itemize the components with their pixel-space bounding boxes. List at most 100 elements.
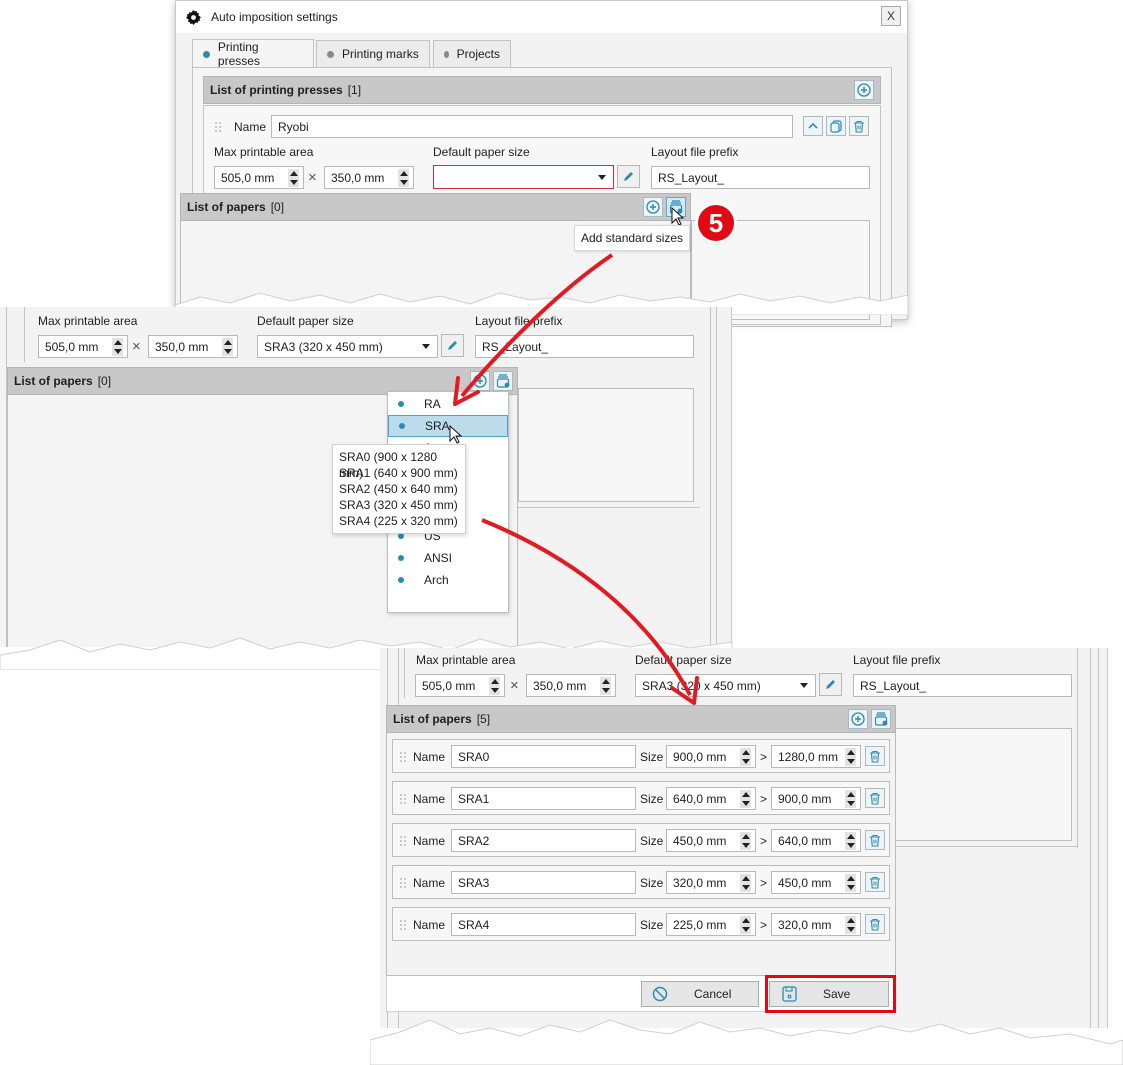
delete-paper-button[interactable] — [865, 746, 885, 766]
width-spinner[interactable] — [740, 748, 751, 766]
height-spinner[interactable] — [600, 677, 611, 695]
drag-handle-icon[interactable] — [399, 751, 407, 763]
paper-height-input[interactable]: 640,0 mm — [771, 829, 861, 852]
paper-width-input[interactable]: 320,0 mm — [666, 871, 756, 894]
paper-name-input[interactable]: SRA3 — [451, 871, 636, 894]
add-press-button[interactable] — [854, 80, 874, 100]
width-spinner[interactable] — [740, 790, 751, 808]
add-paper-button[interactable] — [470, 371, 490, 391]
save-highlight-box — [765, 975, 896, 1013]
paper-name-label: Name — [413, 876, 446, 890]
height-spinner[interactable] — [845, 832, 856, 850]
height-spinner[interactable] — [222, 338, 233, 356]
collapse-button[interactable] — [803, 116, 823, 136]
menu-item-arch[interactable]: Arch — [388, 569, 508, 591]
delete-paper-button[interactable] — [865, 872, 885, 892]
plus-circle-icon — [851, 712, 865, 726]
width-spinner[interactable] — [288, 169, 299, 187]
paper-height-input[interactable]: 450,0 mm — [771, 871, 861, 894]
edit-paper-button[interactable] — [617, 165, 640, 188]
delete-press-button[interactable] — [849, 116, 869, 136]
submenu-item-sra3[interactable]: SRA3 (320 x 450 mm) — [339, 497, 459, 513]
paper-name-label: Name — [413, 792, 446, 806]
max-width-input[interactable]: 505,0 mm — [214, 166, 304, 189]
paper-height-input[interactable]: 900,0 mm — [771, 787, 861, 810]
paper-stack-icon — [874, 712, 888, 726]
default-paper-select[interactable]: SRA3 (320 x 450 mm) — [257, 335, 438, 358]
paper-width-input[interactable]: 900,0 mm — [666, 745, 756, 768]
default-paper-label: Default paper size — [635, 653, 732, 667]
add-paper-button[interactable] — [643, 197, 663, 217]
menu-item-ansi[interactable]: ANSI — [388, 547, 508, 569]
paper-width-input[interactable]: 450,0 mm — [666, 829, 756, 852]
menu-item-sra[interactable]: SRA — [388, 415, 508, 437]
prefix-label: Layout file prefix — [651, 145, 739, 159]
max-height-input[interactable]: 350,0 mm — [526, 674, 616, 697]
add-standard-sizes-button[interactable] — [871, 709, 891, 729]
height-spinner[interactable] — [845, 916, 856, 934]
add-standard-sizes-tooltip: Add standard sizes — [574, 225, 691, 251]
width-spinner[interactable] — [740, 832, 751, 850]
title-bar: Auto imposition settings X — [176, 1, 907, 33]
paper-name-label: Name — [413, 750, 446, 764]
paper-name-input[interactable]: SRA1 — [451, 787, 636, 810]
height-spinner[interactable] — [845, 748, 856, 766]
width-spinner[interactable] — [740, 874, 751, 892]
paper-name-input[interactable]: SRA4 — [451, 913, 636, 936]
plus-circle-icon — [473, 374, 487, 388]
submenu-item-sra1[interactable]: SRA1 (640 x 900 mm) — [339, 465, 459, 481]
prefix-input[interactable]: RS_Layout_ — [853, 674, 1072, 697]
height-spinner[interactable] — [845, 874, 856, 892]
max-width-input[interactable]: 505,0 mm — [415, 674, 505, 697]
drag-handle-icon[interactable] — [399, 835, 407, 847]
paper-size-label: Size — [640, 834, 664, 848]
default-paper-select[interactable]: SRA3 (320 x 450 mm) — [635, 674, 816, 697]
height-spinner[interactable] — [398, 169, 409, 187]
menu-item-ra[interactable]: RA — [388, 393, 508, 415]
paper-width-input[interactable]: 225,0 mm — [666, 913, 756, 936]
submenu-item-sra4[interactable]: SRA4 (225 x 320 mm) — [339, 513, 459, 529]
max-width-input[interactable]: 505,0 mm — [38, 335, 128, 358]
cancel-button[interactable]: Cancel — [641, 981, 759, 1007]
torn-edge-divider — [370, 1019, 1123, 1065]
tab-printing-marks[interactable]: Printing marks — [316, 40, 430, 67]
delete-paper-button[interactable] — [865, 830, 885, 850]
paper-height-input[interactable]: 1280,0 mm — [771, 745, 861, 768]
paper-name-input[interactable]: SRA2 — [451, 829, 636, 852]
prefix-input[interactable]: RS_Layout_ — [475, 335, 694, 358]
duplicate-button[interactable] — [826, 116, 846, 136]
drag-handle-icon[interactable] — [214, 121, 222, 133]
submenu-item-sra0[interactable]: SRA0 (900 x 1280 mm) — [339, 449, 459, 480]
width-spinner[interactable] — [489, 677, 500, 695]
width-spinner[interactable] — [112, 338, 123, 356]
delete-paper-button[interactable] — [865, 788, 885, 808]
drag-handle-icon[interactable] — [399, 877, 407, 889]
mouse-cursor-icon — [449, 425, 463, 444]
paper-size-label: Size — [640, 750, 664, 764]
default-paper-select[interactable] — [433, 165, 614, 189]
cancel-icon — [652, 986, 668, 1002]
tab-printing-presses[interactable]: Printing presses — [192, 39, 314, 68]
add-paper-button[interactable] — [848, 709, 868, 729]
max-height-input[interactable]: 350,0 mm — [324, 166, 414, 189]
paper-name-input[interactable]: SRA0 — [451, 745, 636, 768]
drag-handle-icon[interactable] — [399, 793, 407, 805]
delete-paper-button[interactable] — [865, 914, 885, 934]
paper-width-input[interactable]: 640,0 mm — [666, 787, 756, 810]
press-name-input[interactable]: Ryobi — [271, 115, 793, 138]
edit-paper-button[interactable] — [819, 673, 842, 696]
mouse-cursor-icon — [671, 207, 685, 226]
paper-height-input[interactable]: 320,0 mm — [771, 913, 861, 936]
edit-paper-button[interactable] — [441, 334, 464, 357]
trash-icon — [870, 792, 880, 805]
tab-projects[interactable]: Projects — [433, 40, 511, 67]
width-spinner[interactable] — [740, 916, 751, 934]
close-button[interactable]: X — [881, 6, 901, 26]
height-spinner[interactable] — [845, 790, 856, 808]
paper-size-label: Size — [640, 792, 664, 806]
submenu-item-sra2[interactable]: SRA2 (450 x 640 mm) — [339, 481, 459, 497]
prefix-input[interactable]: RS_Layout_ — [651, 166, 870, 189]
drag-handle-icon[interactable] — [399, 919, 407, 931]
add-standard-sizes-button[interactable] — [493, 371, 513, 391]
max-height-input[interactable]: 350,0 mm — [148, 335, 238, 358]
